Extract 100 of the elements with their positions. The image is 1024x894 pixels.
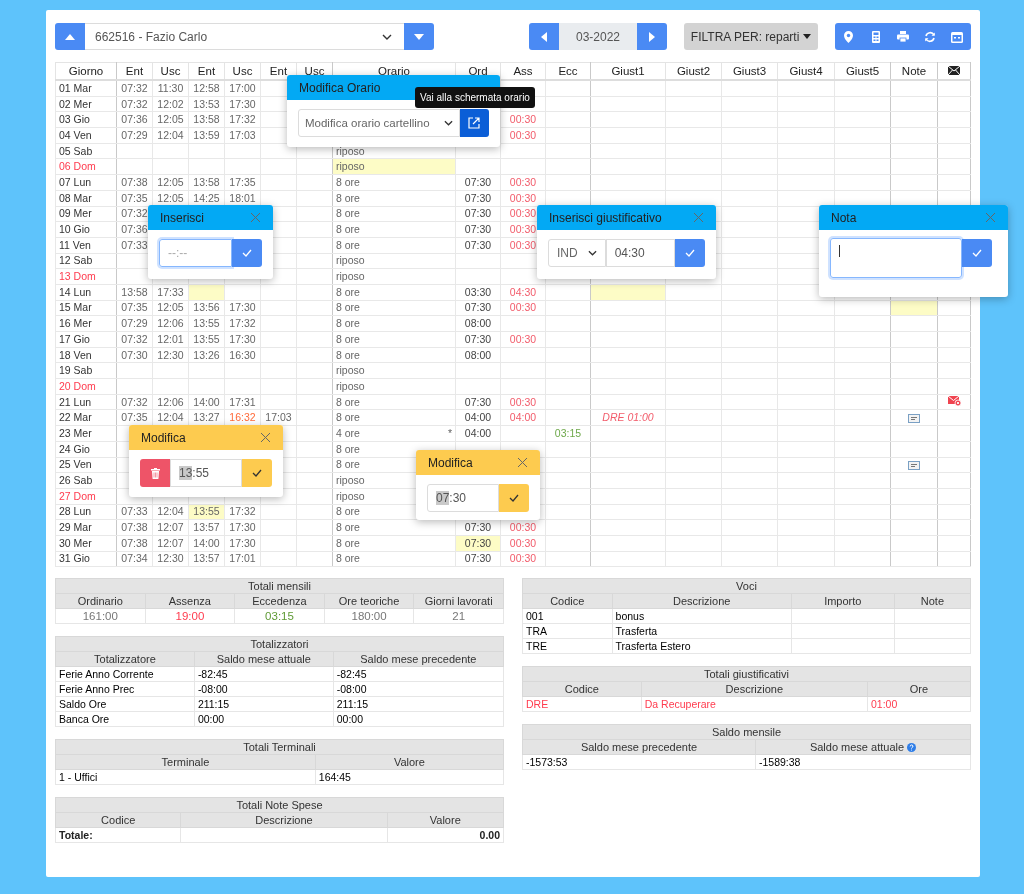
hours-input[interactable]: 04:30 [605, 239, 675, 267]
caret-down-icon [414, 33, 424, 40]
table-cell: 13:59 [193, 128, 220, 141]
table-title: Saldo mensile [522, 724, 971, 740]
table-cell: 12:02 [157, 97, 184, 110]
close-icon[interactable] [251, 213, 260, 222]
table-cell: 07:30 [464, 223, 492, 236]
table-cell: 1 - Uffici [55, 769, 316, 785]
table-cell: 161:00 [55, 608, 146, 624]
table-cell: 00:30 [509, 521, 537, 534]
confirm-button[interactable] [499, 484, 529, 512]
schedule-select[interactable]: Modifica orario cartellino [298, 109, 460, 137]
day-label: 26 Sab [59, 474, 93, 487]
time-input[interactable]: 13:55 [170, 459, 242, 487]
table-cell: 04:00 [464, 426, 492, 439]
confirm-button[interactable] [962, 239, 992, 267]
next-month-button[interactable] [637, 23, 667, 50]
table-cell: Banca Ore [55, 711, 195, 727]
check-icon [242, 249, 252, 257]
table-cell: 00:30 [509, 207, 537, 220]
month-field[interactable]: 03-2022 [559, 23, 637, 50]
filter-dropdown-button[interactable]: FILTRA PER: reparti [684, 23, 819, 50]
day-label: 04 Ven [59, 128, 92, 141]
day-label: 06 Dom [59, 160, 96, 173]
table-cell: 07:29 [121, 317, 148, 330]
table-cell: 211:15 [194, 696, 334, 712]
popover-title: Modifica [428, 455, 473, 470]
next-employee-button[interactable] [404, 23, 434, 50]
popover-title: Inserisci [160, 210, 204, 225]
table-cell: 13:57 [193, 552, 220, 565]
day-label: 30 Mer [59, 536, 92, 549]
close-icon[interactable] [518, 458, 527, 467]
total-label: Totale: [55, 827, 181, 843]
table-cell: 211:15 [333, 696, 504, 712]
column-header: Ent [188, 62, 225, 80]
note-textarea[interactable] [830, 238, 962, 278]
table-cell: 17:30 [229, 521, 256, 534]
table-cell: 00:30 [509, 191, 537, 204]
table-cell: 12:01 [157, 332, 184, 345]
table-cell: 07:30 [464, 521, 492, 534]
code-select[interactable]: IND [548, 239, 606, 267]
note-icon[interactable] [908, 414, 920, 423]
close-icon[interactable] [986, 213, 995, 222]
table-cell: bonus [612, 608, 792, 624]
table-cell: 13:58 [193, 175, 220, 188]
column-header: Note [890, 62, 938, 80]
caret-left-icon [541, 31, 547, 42]
table-cell: 00:30 [509, 301, 537, 314]
table-cell: 13:58 [121, 285, 148, 298]
schedule-text: 8 ore [336, 442, 360, 456]
table-cell: 17:31 [229, 395, 256, 408]
day-label: 10 Gio [59, 223, 90, 236]
popover-title: Modifica [141, 430, 186, 445]
table-cell: 14:00 [193, 536, 220, 549]
table-cell: Saldo Ore [55, 696, 195, 712]
confirm-button[interactable] [232, 239, 262, 267]
close-icon[interactable] [694, 213, 703, 222]
table-cell: 07:36 [121, 223, 148, 236]
table-cell: Trasferta Estero [612, 638, 792, 654]
table-cell: 07:30 [464, 191, 492, 204]
refresh-icon [924, 30, 937, 43]
table-cell: 07:34 [121, 552, 148, 565]
note-icon[interactable] [908, 461, 920, 471]
schedule-text: 8 ore [336, 301, 360, 315]
time-input[interactable]: 07:30 [427, 484, 499, 512]
employee-select[interactable]: 662516 - Fazio Carlo [85, 23, 404, 50]
day-label: 25 Ven [59, 458, 92, 471]
table-cell: 12:07 [157, 536, 184, 549]
table-cell: 03:15 [234, 608, 325, 624]
delete-button[interactable] [140, 459, 170, 487]
table-cell: 03:30 [464, 285, 492, 298]
confirm-button[interactable] [675, 239, 705, 267]
schedule-text: 8 ore [336, 223, 360, 237]
table-cell: Ferie Anno Prec [55, 681, 195, 697]
table-cell: 12:30 [157, 348, 184, 361]
open-schedule-button[interactable] [459, 109, 489, 137]
previous-employee-button[interactable] [55, 23, 85, 50]
table-cell: 07:30 [464, 332, 492, 345]
mail-error-icon[interactable] [947, 395, 961, 406]
column-header: Ent [116, 62, 153, 80]
column-header: Usc [152, 62, 189, 80]
table-cell: 07:30 [464, 536, 492, 549]
confirm-button[interactable] [242, 459, 272, 487]
table-cell: 17:30 [229, 97, 256, 110]
popover-title: Modifica Orario [299, 80, 381, 95]
column-header: Ecc [545, 62, 591, 80]
day-label: 21 Lun [59, 395, 92, 408]
day-label: 03 Gio [59, 113, 90, 126]
close-icon[interactable] [261, 433, 270, 442]
popover-title: Nota [831, 210, 857, 225]
table-cell: 12:05 [157, 191, 184, 204]
schedule-text: 8 ore [336, 395, 360, 409]
table-cell: -82:45 [333, 666, 504, 682]
day-label: 17 Gio [59, 332, 90, 345]
schedule-text: 8 ore [336, 317, 360, 331]
calendar-icon [951, 30, 964, 43]
printer-icon [897, 31, 910, 42]
previous-month-button[interactable] [529, 23, 559, 50]
table-cell: -82:45 [194, 666, 334, 682]
table-cell: 17:32 [229, 113, 256, 126]
